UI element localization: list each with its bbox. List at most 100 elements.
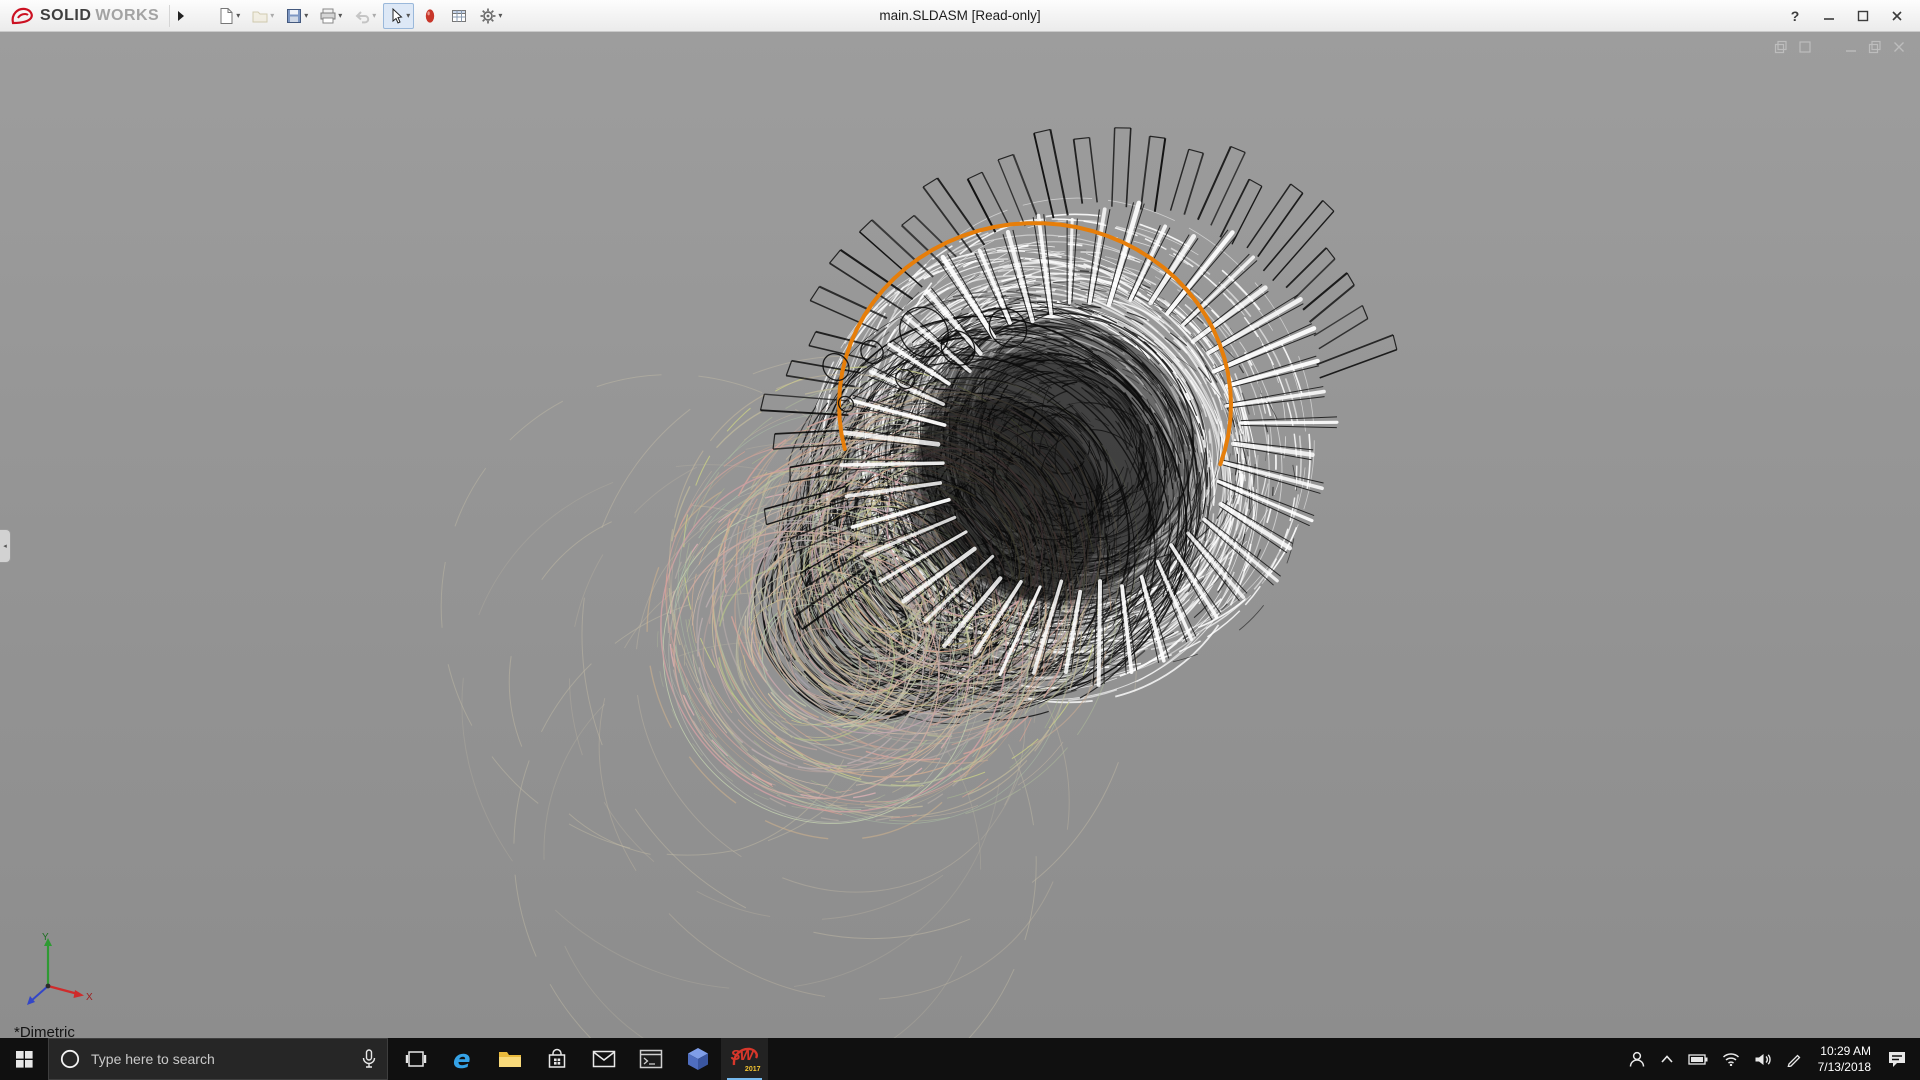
dropdown-caret[interactable]: ▾	[372, 11, 376, 20]
close-icon	[1892, 10, 1902, 21]
open-button[interactable]: ▾	[247, 3, 278, 29]
command-prompt-button[interactable]	[627, 1038, 674, 1080]
dropdown-caret[interactable]: ▾	[406, 11, 410, 20]
document-title: main.SLDASM [Read-only]	[879, 8, 1041, 23]
edge-button[interactable]: e	[439, 1038, 486, 1080]
gear-icon	[480, 8, 496, 23]
chevron-up-icon	[1661, 1055, 1673, 1063]
wifi-icon	[1722, 1053, 1739, 1066]
new-document-button[interactable]: ▾	[213, 3, 244, 29]
undo-arrow-icon	[355, 10, 370, 23]
brand-text-works: WORKS	[95, 6, 160, 24]
clock-date: 7/13/2018	[1817, 1060, 1871, 1074]
network-button[interactable]	[1715, 1038, 1747, 1080]
feature-manager-arrow-icon: ◂	[3, 543, 7, 550]
dropdown-caret[interactable]: ▾	[270, 11, 274, 20]
battery-button[interactable]	[1681, 1038, 1715, 1080]
mail-icon	[592, 1050, 615, 1068]
appearance-bead-icon	[426, 8, 435, 23]
speaker-icon	[1755, 1053, 1771, 1065]
wireframe-model[interactable]	[0, 32, 1920, 1038]
open-folder-icon	[252, 11, 268, 22]
ghost-restore-icon[interactable]	[1774, 40, 1788, 54]
3d-viewer-button[interactable]	[674, 1038, 721, 1080]
task-view-button[interactable]	[392, 1038, 439, 1080]
taskbar-apps: e SW 2017	[392, 1038, 768, 1080]
task-view-icon	[405, 1051, 426, 1067]
3d-cube-icon	[687, 1048, 708, 1070]
edge-icon: e	[453, 1046, 471, 1072]
dropdown-caret[interactable]: ▾	[338, 11, 342, 20]
brand-text-solid: SOLID	[40, 6, 92, 24]
design-table-button[interactable]	[446, 3, 472, 29]
close-button[interactable]	[1882, 3, 1912, 29]
action-center-icon	[1889, 1052, 1905, 1067]
solidworks-logo: SOLID WORKS	[10, 6, 159, 26]
save-floppy-icon	[287, 8, 302, 23]
tray-overflow-button[interactable]	[1653, 1038, 1681, 1080]
taskbar: Type here to search e SW 2017 10:29 AM 7…	[0, 1038, 1920, 1080]
store-icon	[548, 1048, 565, 1068]
design-table-icon	[452, 9, 467, 22]
axis-label-y: Y	[42, 932, 49, 943]
clock[interactable]: 10:29 AM 7/13/2018	[1809, 1043, 1880, 1075]
menu-expand-arrow[interactable]	[169, 4, 185, 27]
action-center-button[interactable]	[1880, 1038, 1914, 1080]
minimize-icon	[1824, 17, 1834, 20]
search-placeholder: Type here to search	[91, 1051, 215, 1067]
options-button[interactable]: ▾	[475, 3, 506, 29]
select-tool-button[interactable]: ▾	[383, 2, 415, 29]
new-document-icon	[220, 7, 233, 24]
flyout-triangle-icon	[177, 10, 184, 21]
people-icon	[1629, 1051, 1644, 1067]
file-explorer-icon	[498, 1052, 521, 1067]
cortana-icon	[60, 1049, 80, 1069]
battery-icon	[1687, 1053, 1708, 1065]
solidworks-sw-text: SW	[730, 1047, 754, 1064]
pen-button[interactable]	[1779, 1038, 1809, 1080]
store-button[interactable]	[533, 1038, 580, 1080]
axis-label-x: X	[86, 992, 93, 1003]
view-orientation-label: *Dimetric	[14, 1024, 75, 1038]
dropdown-caret[interactable]: ▾	[304, 11, 308, 20]
maximize-icon	[1857, 10, 1869, 21]
system-tray: 10:29 AM 7/13/2018	[1621, 1038, 1920, 1080]
quick-access-toolbar: ▾ ▾ ▾ ▾ ▾ ▾ ▾	[213, 2, 506, 29]
command-prompt-icon	[639, 1049, 662, 1069]
graphics-viewport[interactable]: ◂ Y X *Dimetric	[0, 32, 1920, 1038]
dropdown-caret[interactable]: ▾	[498, 11, 502, 20]
svg-text:e: e	[453, 1046, 471, 1072]
document-window-controls	[1774, 40, 1906, 54]
pen-icon	[1787, 1054, 1801, 1067]
dropdown-caret[interactable]: ▾	[236, 11, 240, 20]
mail-button[interactable]	[580, 1038, 627, 1080]
clock-time: 10:29 AM	[1820, 1043, 1871, 1058]
solidworks-year-badge: 2017	[744, 1066, 761, 1073]
dassault-systemes-icon	[11, 7, 33, 24]
solidworks-app-icon: SW 2017	[730, 1045, 761, 1073]
solidworks-2017-button[interactable]: SW 2017	[721, 1038, 768, 1080]
start-button[interactable]	[0, 1038, 48, 1080]
print-button[interactable]: ▾	[315, 3, 346, 29]
select-cursor-icon	[392, 7, 403, 24]
ghost-cascade-icon[interactable]	[1798, 40, 1812, 54]
maximize-button[interactable]	[1848, 3, 1878, 29]
window-controls: ?	[1780, 3, 1912, 29]
people-button[interactable]	[1621, 1038, 1653, 1080]
microphone-icon[interactable]	[361, 1049, 377, 1069]
ghost-minimize-icon[interactable]	[1844, 40, 1858, 54]
ghost-maximize-icon[interactable]	[1868, 40, 1882, 54]
volume-button[interactable]	[1747, 1038, 1779, 1080]
orientation-triad: Y X	[27, 932, 93, 1005]
windows-logo-icon	[15, 1050, 33, 1068]
printer-icon	[320, 8, 336, 23]
file-explorer-button[interactable]	[486, 1038, 533, 1080]
undo-button[interactable]: ▾	[349, 3, 380, 29]
minimize-button[interactable]	[1814, 3, 1844, 29]
ghost-close-icon[interactable]	[1892, 40, 1906, 54]
appearances-button[interactable]	[417, 3, 443, 29]
taskbar-search[interactable]: Type here to search	[48, 1038, 388, 1080]
help-button[interactable]: ?	[1780, 3, 1810, 29]
feature-manager-tab[interactable]: ◂	[0, 529, 11, 563]
save-button[interactable]: ▾	[281, 3, 312, 29]
